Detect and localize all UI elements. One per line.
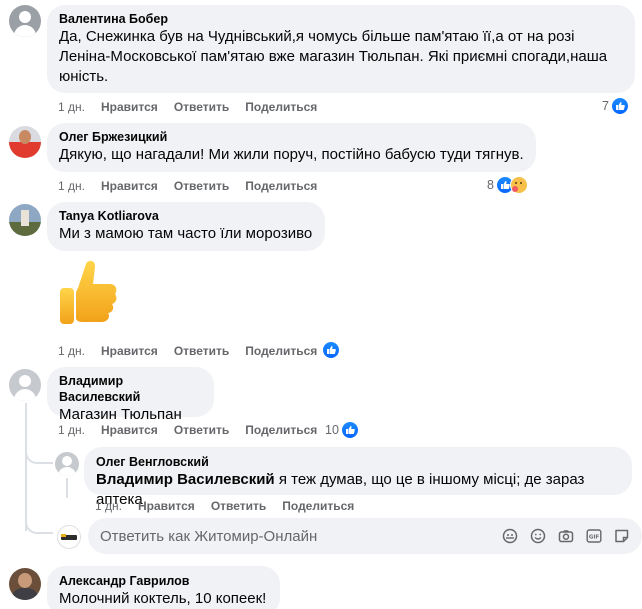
avatar[interactable]	[9, 5, 41, 37]
comment-time[interactable]: 1 дн.	[58, 422, 85, 438]
comment-bubble: Валентина Бобер Да, Снежинка був на Чудн…	[47, 5, 635, 93]
reply-button[interactable]: Ответить	[174, 343, 229, 359]
reaction-summary[interactable]: 8	[487, 175, 528, 195]
comment-text: Ми з мамою там часто їли морозиво	[59, 225, 313, 242]
reaction-summary[interactable]: 10	[325, 420, 359, 440]
avatar[interactable]	[9, 369, 41, 401]
comment-text: Леніна-Московської пам'ятаю вже магазин …	[59, 48, 608, 65]
comment-actions: 1 дн. Нравится Ответить Поделиться	[58, 99, 333, 115]
comment-author[interactable]: Олег Венгловский	[96, 454, 620, 470]
avatar[interactable]	[55, 452, 79, 476]
reply-button[interactable]: Ответить	[174, 99, 229, 115]
share-button[interactable]: Поделиться	[245, 178, 317, 194]
comment-text: Дякую, що нагадали! Ми жили поруч, пості…	[59, 146, 524, 163]
share-button[interactable]: Поделиться	[245, 422, 317, 438]
comment-time[interactable]: 1 дн.	[58, 343, 85, 359]
comment-time[interactable]: 1 дн.	[58, 99, 85, 115]
comment-actions: 1 дн. Нравится Ответить Поделиться	[58, 422, 333, 438]
avatar-sticker-icon[interactable]	[502, 528, 518, 544]
gif-icon[interactable]: GIF	[586, 528, 602, 544]
like-icon	[610, 97, 629, 115]
like-button[interactable]: Нравится	[101, 422, 158, 438]
camera-icon[interactable]	[558, 528, 574, 544]
like-button[interactable]: Нравится	[101, 178, 158, 194]
comment-actions: 1 дн. Нравится Ответить Поделиться	[95, 498, 370, 514]
like-icon	[322, 341, 340, 359]
reply-button[interactable]: Ответить	[174, 422, 229, 438]
comment-text: Молочний коктель, 10 копеек!	[59, 590, 267, 607]
mention-link[interactable]: Владимир Василевский	[96, 471, 275, 488]
comment-actions: 1 дн. Нравится Ответить Поделиться	[58, 178, 333, 194]
reply-input[interactable]: Ответить как Житомир-Онлайн GIF	[88, 518, 642, 554]
page-avatar	[57, 525, 81, 549]
comment-author[interactable]: Александр Гаврилов	[59, 573, 268, 589]
share-button[interactable]: Поделиться	[245, 99, 317, 115]
comment-bubble: Владимир Василевский Магазин Тюльпан	[47, 367, 214, 423]
avatar[interactable]	[9, 204, 41, 236]
emoji-icon[interactable]	[530, 528, 546, 544]
care-reaction-icon	[509, 176, 528, 194]
share-button[interactable]: Поделиться	[245, 343, 317, 359]
comment-author[interactable]: Tanya Kotliarova	[59, 208, 313, 224]
sticker-icon[interactable]	[614, 528, 630, 544]
reaction-summary[interactable]	[322, 340, 340, 360]
thread-line	[66, 478, 68, 498]
comment-time[interactable]: 1 дн.	[58, 178, 85, 194]
comment-actions: 1 дн. Нравится Ответить Поделиться	[58, 343, 333, 359]
like-button[interactable]: Нравится	[101, 99, 158, 115]
avatar[interactable]	[9, 126, 41, 158]
comment-author[interactable]: Валентина Бобер	[59, 11, 623, 27]
thread-connector	[25, 512, 53, 534]
comment-author[interactable]: Олег Бржезицкий	[59, 129, 524, 145]
thumbs-up-sticker	[56, 258, 118, 330]
reaction-count: 10	[325, 423, 339, 437]
reaction-count: 7	[602, 99, 609, 113]
comment-text: Да, Снежинка був на Чуднівський,я чомусь…	[59, 28, 575, 45]
comment-author[interactable]: Владимир Василевский	[59, 373, 202, 405]
reply-button[interactable]: Ответить	[174, 178, 229, 194]
avatar[interactable]	[9, 568, 41, 600]
reaction-count: 8	[487, 178, 494, 192]
comment-bubble: Александр Гаврилов Молочний коктель, 10 …	[47, 566, 280, 609]
svg-text:GIF: GIF	[589, 534, 600, 540]
reaction-summary[interactable]: 7	[602, 96, 629, 116]
like-button[interactable]: Нравится	[101, 343, 158, 359]
share-button[interactable]: Поделиться	[282, 498, 354, 514]
like-icon	[340, 421, 359, 439]
thread-connector	[25, 444, 53, 464]
comment-text: юність.	[59, 68, 109, 85]
comment-bubble: Олег Венгловский Владимир Василевский я …	[84, 447, 632, 508]
reply-placeholder: Ответить как Житомир-Онлайн	[100, 527, 318, 545]
like-button[interactable]: Нравится	[138, 498, 195, 514]
reply-button[interactable]: Ответить	[211, 498, 266, 514]
comment-bubble: Олег Бржезицкий Дякую, що нагадали! Ми ж…	[47, 123, 536, 172]
comment-bubble: Tanya Kotliarova Ми з мамою там часто їл…	[47, 202, 325, 251]
comment-time[interactable]: 1 дн.	[95, 498, 122, 514]
